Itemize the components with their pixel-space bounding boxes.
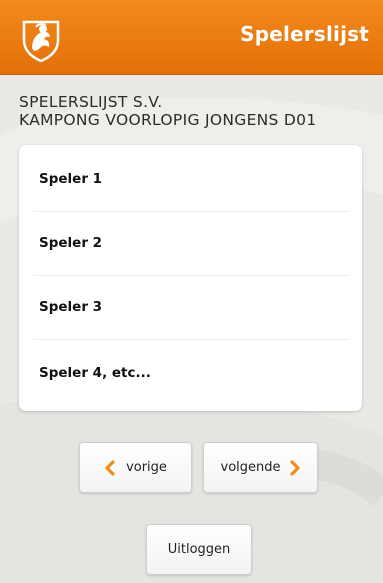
player-name: Speler 1 <box>39 171 103 187</box>
list-item[interactable]: Speler 2 <box>19 211 362 275</box>
list-item[interactable]: Speler 4, etc... <box>19 341 362 405</box>
page-title: Spelerslijst <box>240 22 369 46</box>
logout-button[interactable]: Uitloggen <box>146 524 252 575</box>
subtitle-line-1: SPELERSLIJST S.V. <box>19 93 163 111</box>
list-item[interactable]: Speler 1 <box>19 147 362 211</box>
player-name: Speler 3 <box>39 299 103 315</box>
player-list: Speler 1 Speler 2 Speler 3 Speler 4, etc… <box>19 145 362 411</box>
previous-label: vorige <box>126 460 167 475</box>
divider <box>33 339 349 340</box>
previous-button[interactable]: vorige <box>79 442 192 493</box>
lion-crest-icon <box>22 20 60 62</box>
player-name: Speler 2 <box>39 235 103 251</box>
chevron-right-icon <box>289 459 300 476</box>
team-subtitle: SPELERSLIJST S.V. KAMPONG VOORLOPIG JONG… <box>19 93 316 129</box>
list-item[interactable]: Speler 3 <box>19 275 362 339</box>
next-label: volgende <box>220 460 281 475</box>
player-name: Speler 4, etc... <box>39 365 151 381</box>
logout-label: Uitloggen <box>167 542 231 557</box>
next-button[interactable]: volgende <box>203 442 318 493</box>
subtitle-line-2: KAMPONG VOORLOPIG JONGENS D01 <box>19 111 317 129</box>
app-header: Spelerslijst <box>0 0 383 75</box>
chevron-left-icon <box>105 459 115 476</box>
